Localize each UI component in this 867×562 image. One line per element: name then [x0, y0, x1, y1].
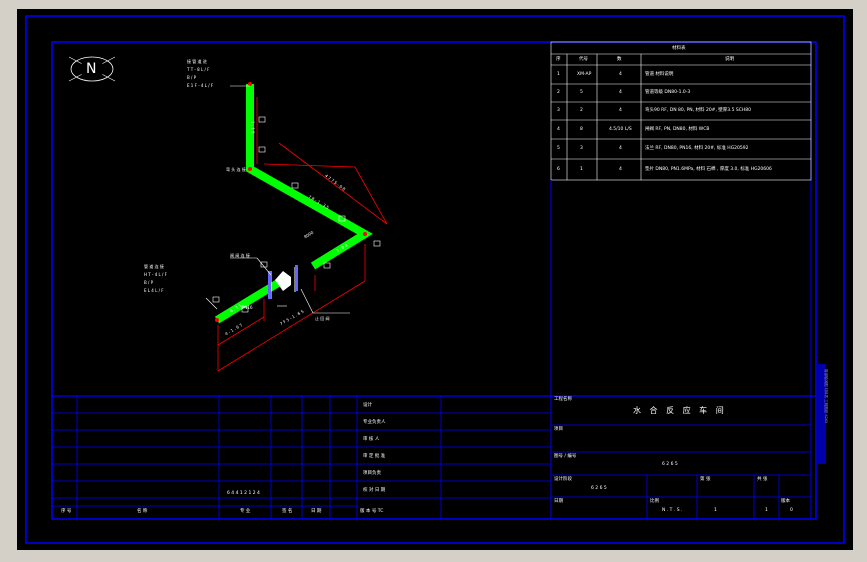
left-note-line-2: H T - 4 L / F	[144, 272, 167, 277]
drawing-no: 6 2 6 5	[662, 462, 678, 467]
legend-row-6-code: 1	[580, 167, 583, 172]
valve-label-left: 闸 阀 连 接	[230, 253, 250, 258]
footer-cell-5: 日 期	[311, 509, 322, 514]
top-note-line-4: E 1 F - 4 L / F	[187, 83, 214, 88]
footer-cell-4: 签 名	[282, 509, 293, 514]
title-block-left	[52, 396, 551, 519]
label-scale: 比例	[650, 499, 659, 504]
legend-row-5-desc: 法兰 RF, DN80, PN16, 材料 20#, 标准 HG20592	[645, 146, 749, 151]
legend-row-5-qty: 4	[619, 146, 622, 151]
legend-row-2-qty: 4	[619, 90, 622, 95]
label-project: 工程名称	[554, 397, 572, 402]
label-pn: PN16	[242, 305, 253, 310]
legend-row-4-code: 8	[580, 127, 583, 132]
drawing-svg	[25, 15, 845, 544]
legend-row-2-no: 2	[557, 90, 560, 95]
left-note-line-1: 管 道 连 接	[144, 264, 164, 269]
legend-row-6-desc: 垫片 DN80, PN1.6MPa, 材料 石棉 , 厚度 3.0, 标准 HG…	[645, 167, 772, 172]
legend-row-1-desc: 管道 材料说明	[645, 72, 674, 77]
seg-top-vertical: 1 . 1 5	[250, 121, 255, 134]
sign-label-6: 校 对 日 期	[363, 488, 386, 493]
sign-label-5: 项目负责	[363, 471, 381, 476]
legend-row-3-no: 3	[557, 108, 560, 113]
label-item: 项目	[554, 427, 563, 432]
label-rev: 版本	[781, 499, 790, 504]
side-vertical-text: 管道轴测图 材料表 工程图纸 6265	[824, 369, 828, 424]
pipe-nodes	[215, 82, 367, 322]
legend-col-no: 序	[556, 57, 561, 62]
legend-row-1-code: XM-AP	[577, 72, 592, 77]
footer-cell-3: 专 业	[240, 509, 251, 514]
elbow-label: 弯 头 连 接	[226, 167, 246, 172]
legend-row-2-code: 5	[580, 90, 583, 95]
valve-label-right: 止 回 阀	[315, 316, 330, 321]
sign-label-2: 专业负责人	[363, 420, 386, 425]
sign-label-4: 审 定 批 准	[363, 454, 386, 459]
legend-row-3-qty: 4	[619, 108, 622, 113]
label-drawing-no: 图号 / 编号	[554, 454, 577, 459]
sheet-value: 1	[714, 508, 717, 513]
scale-value: N . T . S .	[662, 508, 683, 513]
footer-cell-6: 版 本 号 TC	[360, 509, 384, 514]
rev-value: 0	[790, 508, 793, 513]
legend-row-3-desc: 弯头90 RF, DN 80, PN, 材料 20#, 壁厚3.5 SCH80	[645, 108, 752, 113]
legend-row-1-qty: 4	[619, 72, 622, 77]
label-date: 日期	[554, 499, 563, 504]
legend-row-4-qty: 4.5/10 L/S	[609, 127, 632, 132]
legend-row-5-code: 3	[580, 146, 583, 151]
north-label: N	[86, 61, 97, 77]
legend-row-3-code: 2	[580, 108, 583, 113]
left-code: 6 4 4 1 2 1 2 4	[227, 491, 260, 496]
label-sheets: 共 张	[757, 477, 768, 482]
legend-row-4-no: 4	[557, 127, 560, 132]
title-block-right	[551, 424, 811, 519]
drawing-title: 水 合 反 应 车 间	[633, 406, 727, 415]
legend-row-6-qty: 4	[619, 167, 622, 172]
top-note-line-1: 接 管 道 进	[187, 59, 207, 64]
legend-col-code: 代号	[579, 57, 588, 62]
legend-header: 材料表	[672, 46, 686, 51]
legend-row-5-no: 5	[557, 146, 560, 151]
footer-cell-1: 序 号	[61, 509, 72, 514]
legend-col-qty: 数	[617, 57, 622, 62]
top-note-line-2: T T - 8 L / F	[187, 67, 210, 72]
legend-row-6-no: 6	[557, 167, 560, 172]
legend-row-4-desc: 闸阀 RF, PN, DN80, 材料 WCB	[645, 127, 710, 132]
drawing-sheet: N 接 管 道 进 T T - 8 L / F B / P E 1 F - 4 …	[17, 9, 853, 550]
sheets-value: 1	[765, 508, 768, 513]
left-note-line-4: E L 4 L / F	[144, 288, 164, 293]
project-no: 6 2 6 5	[591, 486, 607, 491]
label-sheet: 第 张	[700, 477, 711, 482]
legend-row-2-desc: 管道等级 DN80-1.0-3	[645, 90, 691, 95]
sign-label-1: 设计	[363, 403, 372, 408]
left-note-line-3: B / P	[144, 280, 154, 285]
inner-frame	[51, 41, 817, 520]
sign-label-3: 审 核 人	[363, 437, 380, 442]
footer-cell-2: 名 称	[137, 509, 148, 514]
legend-col-desc: 说明	[725, 57, 734, 62]
legend-row-1-no: 1	[557, 72, 560, 77]
label-design-stage: 设计阶段	[554, 477, 572, 482]
top-note-line-3: B / P	[187, 75, 197, 80]
